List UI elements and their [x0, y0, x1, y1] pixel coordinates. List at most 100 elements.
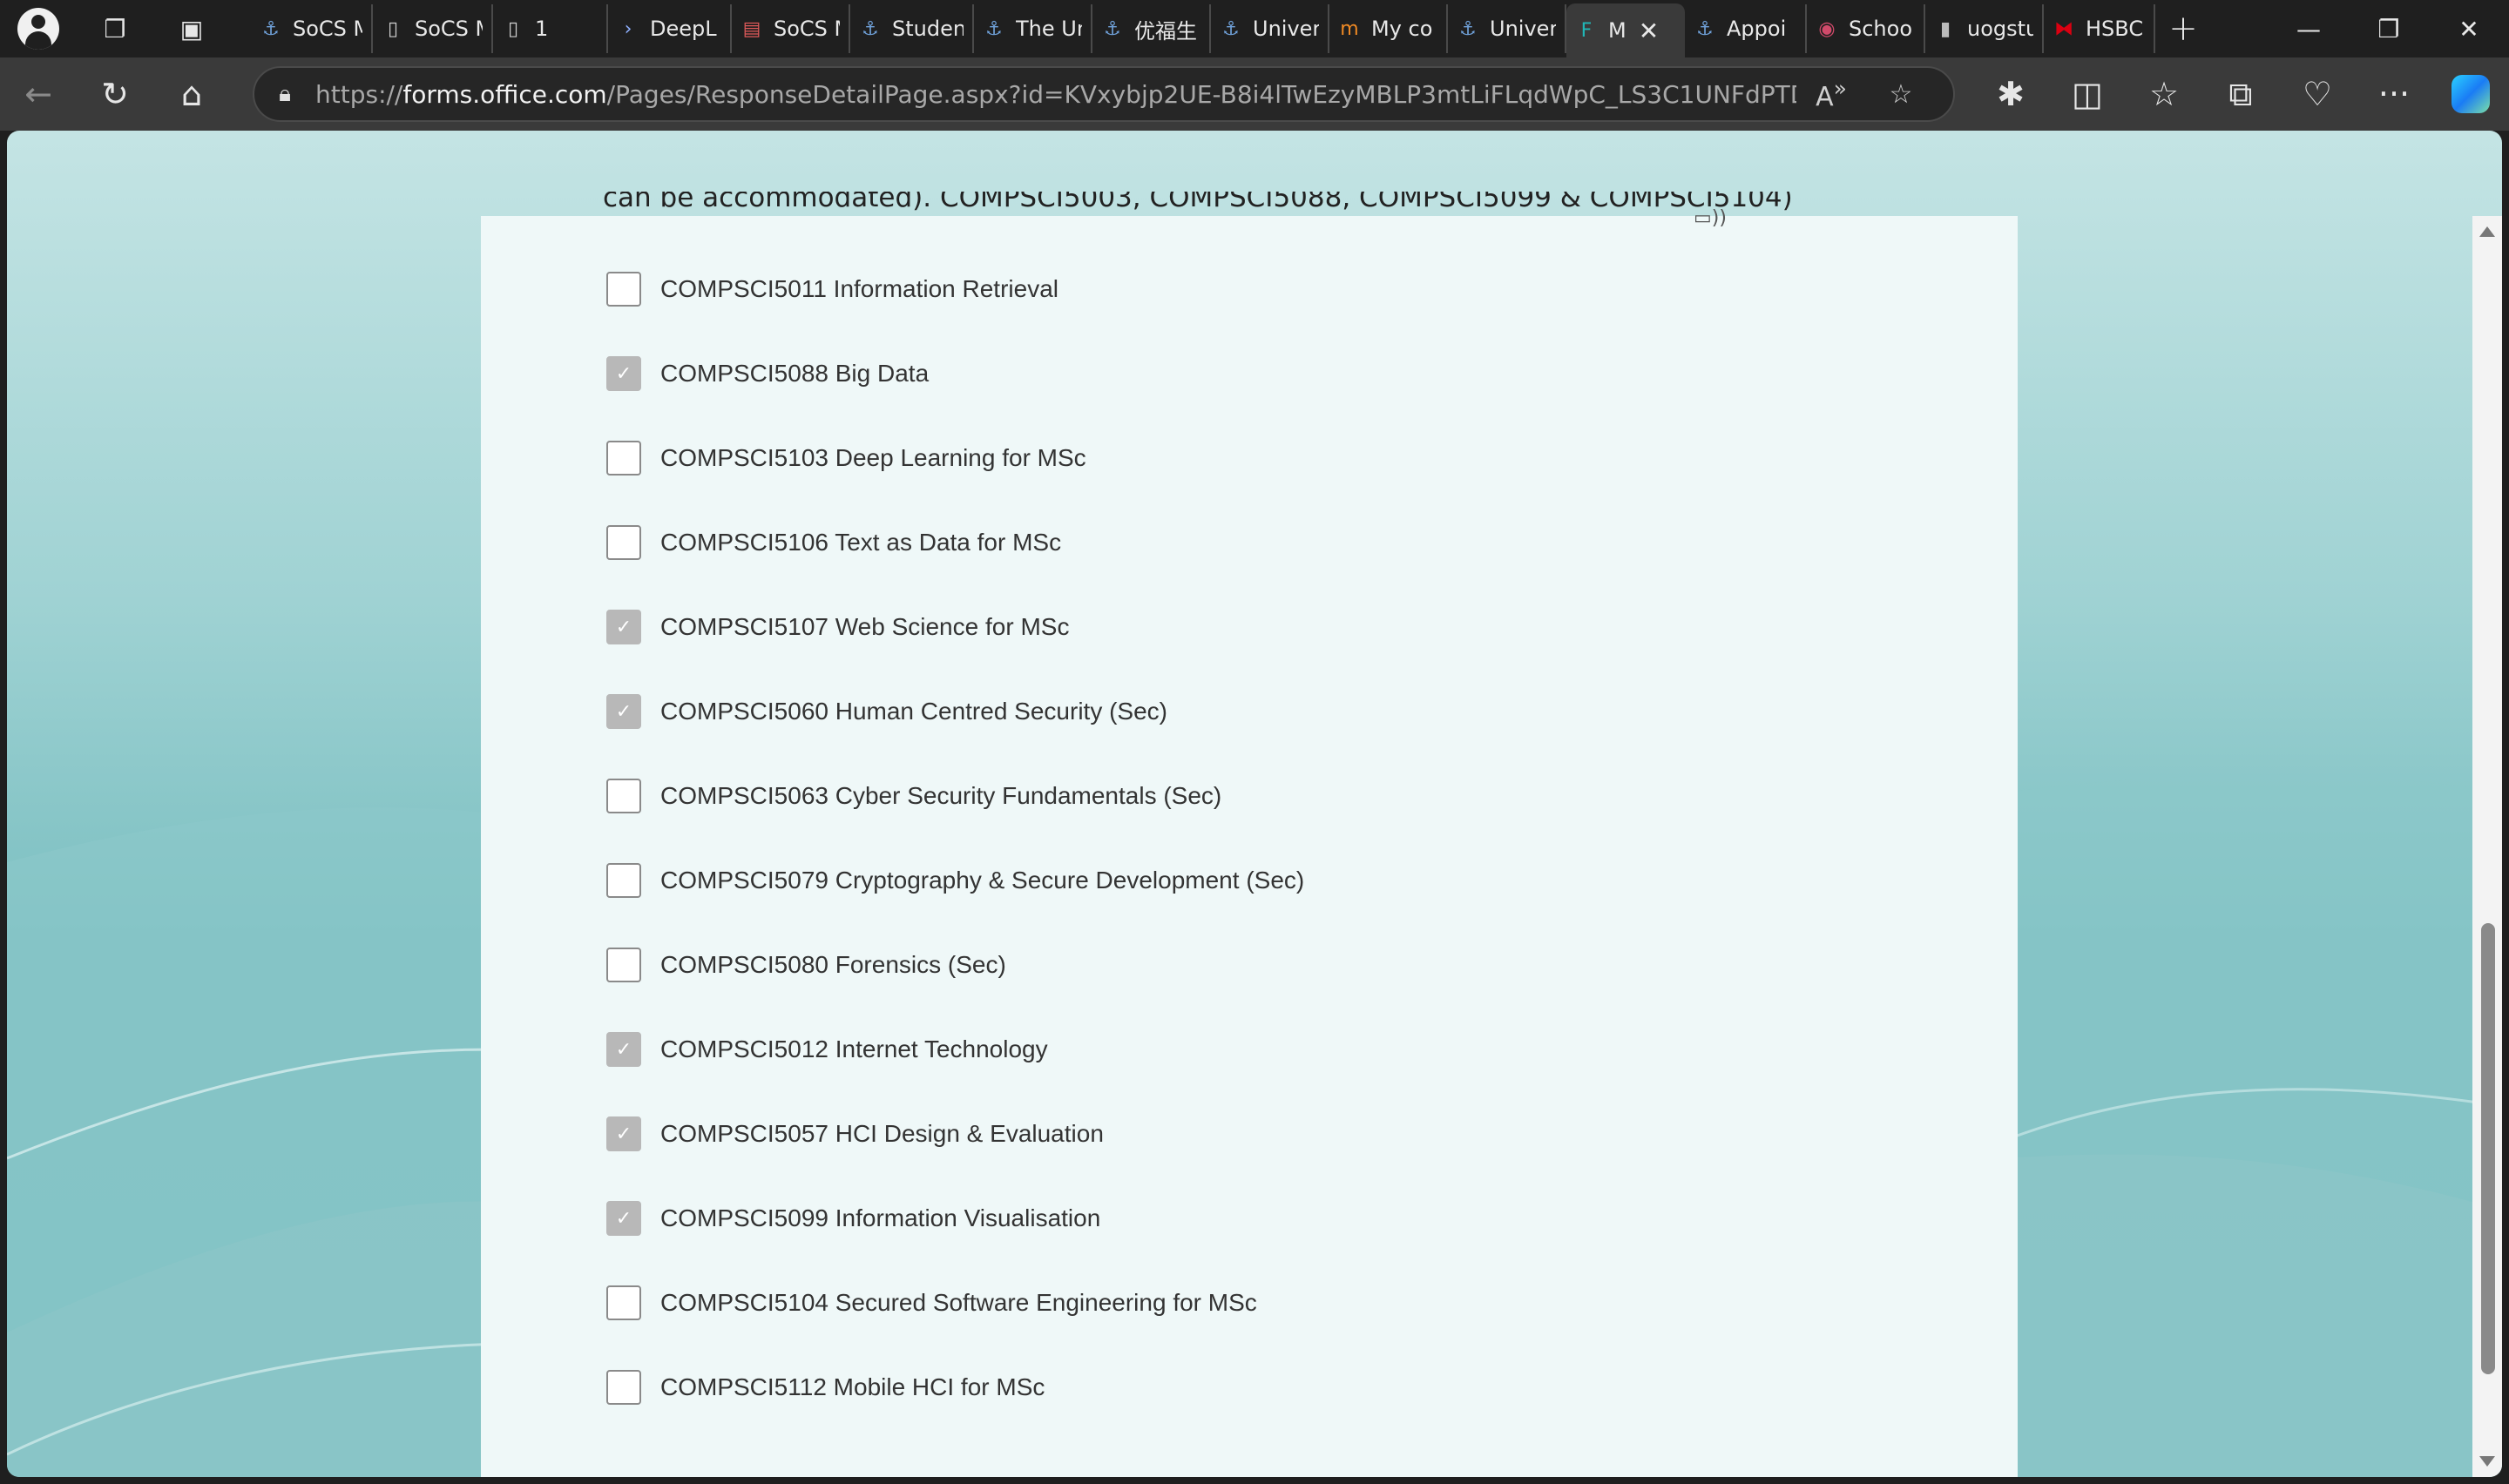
tab-label: 优福生	[1134, 18, 1197, 44]
browser-tab[interactable]: ▮ uogstu	[1925, 4, 2044, 53]
url-path: /Pages/ResponseDetailPage.aspx?id=KVxybj…	[606, 79, 1796, 109]
browser-tab[interactable]: ⚓ Univer	[1448, 4, 1566, 53]
course-option-label: COMPSCI5063 Cyber Security Fundamentals …	[660, 782, 1222, 809]
uog-crest-icon: ⚓	[1696, 17, 1714, 40]
browser-tab[interactable]: ⚓ Appoi	[1685, 4, 1807, 53]
browser-tab[interactable]: ▯ SoCS M	[373, 4, 493, 53]
course-option[interactable]: COMPSCI5104 Secured Software Engineering…	[606, 1284, 1257, 1322]
browser-tab[interactable]: F M ✕	[1566, 3, 1685, 57]
tab-label: M	[1608, 18, 1626, 43]
checkbox-checked[interactable]: ✓	[606, 1201, 641, 1236]
checkbox-unchecked[interactable]	[606, 1370, 641, 1405]
back-arrow-icon: ←	[24, 75, 52, 113]
url-prefix: https://	[315, 79, 403, 109]
checkbox-unchecked[interactable]	[606, 441, 641, 476]
course-option[interactable]: COMPSCI5079 Cryptography & Secure Develo…	[606, 861, 1304, 900]
page-scrollbar[interactable]	[2472, 216, 2502, 1477]
course-option-label: COMPSCI5103 Deep Learning for MSc	[660, 444, 1086, 471]
checkbox-checked[interactable]: ✓	[606, 356, 641, 391]
course-option[interactable]: COMPSCI5103 Deep Learning for MSc	[606, 439, 1086, 477]
checkbox-unchecked[interactable]	[606, 272, 641, 307]
tab-label: 1	[535, 17, 549, 41]
back-button[interactable]: ←	[0, 57, 77, 131]
read-aloud-icon[interactable]: A»	[1796, 76, 1866, 112]
favorite-star-icon[interactable]: ☆	[1866, 79, 1936, 110]
scroll-up-icon[interactable]	[2479, 226, 2495, 237]
browser-tab[interactable]: ▯ 1	[493, 4, 608, 53]
course-option[interactable]: ✓ COMPSCI5088 Big Data	[606, 354, 929, 393]
address-bar[interactable]: 🔒︎ https://forms.office.com/Pages/Respon…	[253, 66, 1955, 122]
course-option[interactable]: COMPSCI5080 Forensics (Sec)	[606, 946, 1006, 984]
course-option[interactable]: ✓ COMPSCI5060 Human Centred Security (Sec…	[606, 692, 1167, 731]
browser-tab[interactable]: ⚓ The Un	[974, 4, 1092, 53]
immersive-reader-icon[interactable]: ▭))	[1694, 207, 1728, 229]
url-text[interactable]: https://forms.office.com/Pages/ResponseD…	[315, 80, 1796, 109]
course-option[interactable]: ✓ COMPSCI5107 Web Science for MSc	[606, 608, 1069, 646]
browser-essentials-button[interactable]: ♡	[2279, 57, 2356, 131]
refresh-button[interactable]: ↻	[77, 57, 153, 131]
checkbox-unchecked[interactable]	[606, 948, 641, 982]
checkbox-checked[interactable]: ✓	[606, 694, 641, 729]
browser-tab[interactable]: ⚓ Univer	[1211, 4, 1329, 53]
profile-button[interactable]	[0, 0, 77, 57]
close-window-button[interactable]: ✕	[2429, 0, 2509, 57]
course-option[interactable]: COMPSCI5112 Mobile HCI for MSc	[606, 1368, 1045, 1406]
checkbox-unchecked[interactable]	[606, 1285, 641, 1320]
window-controls: — ❐ ✕	[2269, 0, 2509, 57]
hsbc-icon: ⧓	[2054, 17, 2073, 40]
extensions-button[interactable]: ✱	[1972, 57, 2049, 131]
course-option[interactable]: COMPSCI5011 Information Retrieval	[606, 270, 1058, 308]
tab-label: Appoi	[1727, 17, 1787, 41]
checkbox-checked[interactable]: ✓	[606, 610, 641, 644]
plus-icon: +	[2168, 9, 2198, 49]
browser-tab[interactable]: ⧓ HSBC	[2044, 4, 2155, 53]
split-screen-button[interactable]: ◫	[2049, 57, 2126, 131]
browser-tab[interactable]: ▤ SoCS M	[732, 4, 850, 53]
tab-label: Schoo	[1849, 17, 1913, 41]
deepl-icon: ›	[624, 17, 632, 40]
browser-tab[interactable]: ◉ Schoo	[1807, 4, 1925, 53]
course-option[interactable]: COMPSCI5063 Cyber Security Fundamentals …	[606, 777, 1221, 815]
tab-label: The Un	[1016, 17, 1082, 41]
navigation-bar: ← ↻ ⌂ 🔒︎ https://forms.office.com/Pages/…	[0, 57, 2509, 131]
course-option-label: COMPSCI5112 Mobile HCI for MSc	[660, 1373, 1045, 1400]
lock-icon[interactable]: 🔒︎	[254, 81, 315, 108]
course-option[interactable]: COMPSCI5106 Text as Data for MSc	[606, 523, 1061, 562]
favorites-button[interactable]: ☆	[2126, 57, 2202, 131]
workspaces-button[interactable]: ❐	[77, 0, 153, 57]
browser-tab[interactable]: ⚓ SoCS M	[251, 4, 373, 53]
scroll-down-icon[interactable]	[2479, 1456, 2495, 1467]
browser-tab[interactable]: ⚓ 优福生	[1092, 4, 1211, 53]
home-icon: ⌂	[180, 75, 203, 113]
checkbox-unchecked[interactable]	[606, 779, 641, 813]
tab-label: DeepL	[650, 17, 717, 41]
copilot-icon	[2452, 75, 2490, 113]
restore-button[interactable]: ❐	[2349, 0, 2429, 57]
browser-tab[interactable]: › DeepL	[608, 4, 732, 53]
course-option[interactable]: ✓ COMPSCI5012 Internet Technology	[606, 1030, 1048, 1069]
course-option-label: COMPSCI5012 Internet Technology	[660, 1035, 1048, 1062]
checkbox-checked[interactable]: ✓	[606, 1116, 641, 1151]
browser-tab[interactable]: ⚓ Studen	[850, 4, 974, 53]
scrollbar-thumb[interactable]	[2481, 923, 2495, 1374]
course-option[interactable]: ✓ COMPSCI5099 Information Visualisation	[606, 1199, 1100, 1238]
browser-tab[interactable]: m My co	[1329, 4, 1448, 53]
new-tab-button[interactable]: +	[2155, 9, 2211, 49]
copilot-button[interactable]	[2432, 57, 2509, 131]
checkmark-icon: ✓	[615, 1207, 632, 1230]
checkbox-unchecked[interactable]	[606, 525, 641, 560]
favorites-icon: ☆	[2148, 75, 2180, 113]
course-option[interactable]: ✓ COMPSCI5057 HCI Design & Evaluation	[606, 1115, 1104, 1153]
checkbox-checked[interactable]: ✓	[606, 1032, 641, 1067]
minimize-button[interactable]: —	[2269, 0, 2349, 57]
tab-label: Studen	[892, 17, 964, 41]
doc-icon: ▮	[1939, 17, 1951, 40]
home-button[interactable]: ⌂	[153, 57, 230, 131]
tab-actions-button[interactable]: ▣	[153, 0, 230, 57]
collections-button[interactable]: ⧉	[2202, 57, 2279, 131]
checkbox-unchecked[interactable]	[606, 863, 641, 898]
close-tab-icon[interactable]: ✕	[1639, 17, 1659, 45]
settings-more-button[interactable]: ···	[2356, 57, 2432, 131]
tab-label: SoCS M	[293, 17, 362, 41]
checkmark-icon: ✓	[615, 700, 632, 723]
